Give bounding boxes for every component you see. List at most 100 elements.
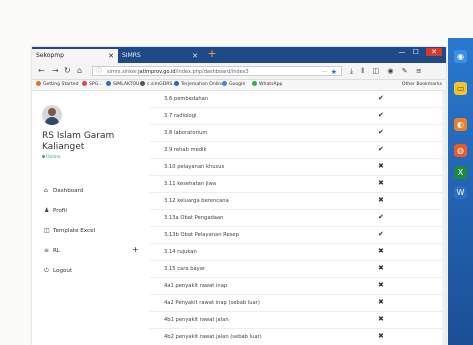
page-scrollbar[interactable] bbox=[442, 91, 446, 345]
check-icon: ✔ bbox=[378, 111, 384, 119]
spreadsheet-icon[interactable]: X bbox=[454, 166, 467, 179]
cross-icon: ✖ bbox=[378, 264, 384, 272]
status-badge: Online bbox=[42, 155, 61, 160]
bookmark-favicon-icon bbox=[252, 81, 257, 86]
bookmark-google[interactable]: Google bbox=[222, 80, 245, 90]
row-label: 3.6 pembedahan bbox=[164, 96, 209, 102]
sidebar-toggle-icon[interactable]: ◫ bbox=[373, 67, 380, 75]
row-label: 3.12 keluarga berencana bbox=[164, 198, 229, 204]
cross-icon: ✖ bbox=[378, 281, 384, 289]
home-icon: ⌂ bbox=[44, 187, 48, 194]
status-dot-icon bbox=[42, 155, 45, 158]
bookmark-getting-started[interactable]: Getting Started bbox=[36, 80, 79, 90]
cross-icon: ✖ bbox=[378, 247, 384, 255]
maximize-icon[interactable]: ☐ bbox=[413, 48, 419, 56]
tab-bar: Sekopmp ✕ SIMRS ✕ + — ☐ ✕ bbox=[32, 47, 446, 63]
document-icon[interactable]: W bbox=[454, 186, 467, 199]
row-label: 3.10 pelayanan khusus bbox=[164, 164, 225, 170]
expand-plus-icon[interactable]: + bbox=[132, 245, 139, 254]
cross-icon: ✖ bbox=[378, 298, 384, 306]
page-actions-icon[interactable]: ··· bbox=[322, 67, 327, 75]
check-icon: ✔ bbox=[378, 213, 384, 221]
avatar bbox=[42, 105, 62, 125]
start-icon[interactable]: ◉ bbox=[454, 50, 467, 63]
table-row[interactable]: 3.9 rehab medik ✔ bbox=[150, 142, 446, 159]
reload-icon[interactable]: ↻ bbox=[64, 65, 71, 77]
row-label: 3.7 radiologi bbox=[164, 113, 197, 119]
new-tab-button[interactable]: + bbox=[206, 48, 218, 60]
cross-icon: ✖ bbox=[378, 179, 384, 187]
tab-sekopmp[interactable]: Sekopmp ✕ bbox=[32, 49, 118, 63]
power-icon: ⏻ bbox=[44, 267, 49, 274]
table-row[interactable]: 4b1 penyakit rawat jalan ✖ bbox=[150, 312, 446, 329]
other-bookmarks[interactable]: Other Bookmarks bbox=[402, 80, 442, 90]
toolbar-icons: ⤓ ⫴ ◫ ◉ ✎ ≡ bbox=[350, 65, 428, 77]
sidebar-item-template-excel[interactable]: ◫ Template Excel bbox=[44, 227, 95, 235]
table-row[interactable]: 3.13b Obat Pelayanan Resep ✔ bbox=[150, 227, 446, 244]
table-row[interactable]: 3.15 cara bayar ✖ bbox=[150, 261, 446, 278]
browser-window: Sekopmp ✕ SIMRS ✕ + — ☐ ✕ ← → ↻ ⌂ ⓘ simr… bbox=[32, 47, 446, 345]
firefox-icon[interactable]: ◍ bbox=[454, 144, 467, 157]
bookmark-favicon-icon bbox=[222, 81, 227, 86]
row-label: 3.13b Obat Pelayanan Resep bbox=[164, 232, 239, 238]
minimize-icon[interactable]: — bbox=[398, 48, 405, 56]
bookmark-star-icon[interactable]: ★ bbox=[331, 67, 337, 75]
home-icon[interactable]: ⌂ bbox=[77, 65, 82, 77]
table-row[interactable]: 4b2 penyakit rawat jalan (sebab luar) ✖ bbox=[150, 329, 446, 345]
tab-simrs[interactable]: SIMRS ✕ bbox=[118, 49, 202, 63]
table-row[interactable]: 3.13a Obat Pengadaan ✔ bbox=[150, 210, 446, 227]
table-row[interactable]: 3.12 keluarga berencana ✖ bbox=[150, 193, 446, 210]
library-icon[interactable]: ⫴ bbox=[361, 67, 364, 75]
url-bar[interactable]: ⓘ simrs.sinker.jatimprov.go.id/index.php… bbox=[92, 66, 342, 76]
close-tab-icon[interactable]: ✕ bbox=[192, 49, 198, 63]
bookmark-favicon-icon bbox=[82, 81, 87, 86]
cross-icon: ✖ bbox=[378, 332, 384, 340]
avatar-head bbox=[48, 108, 56, 116]
navigation-bar: ← → ↻ ⌂ ⓘ simrs.sinker.jatimprov.go.id/i… bbox=[32, 63, 446, 80]
cross-icon: ✖ bbox=[378, 162, 384, 170]
download-icon[interactable]: ⤓ bbox=[350, 67, 353, 75]
bookmark-spg[interactable]: SPG... bbox=[82, 80, 103, 90]
extension-icon[interactable]: ◉ bbox=[387, 67, 393, 75]
url-path: /index.php/dashboard/index3 bbox=[175, 69, 249, 75]
table-row[interactable]: 4a1 penyakit rawat inap ✖ bbox=[150, 278, 446, 295]
sidebar-item-dashboard[interactable]: ⌂ Dashboard bbox=[44, 187, 83, 195]
table-row[interactable]: 4a2 Penyakit rawat inap (sebab luar) ✖ bbox=[150, 295, 446, 312]
sidebar-item-profil[interactable]: ♟ Profil bbox=[44, 207, 67, 215]
close-window-icon[interactable]: ✕ bbox=[426, 48, 442, 56]
table-row[interactable]: 3.8 laboratorium ✔ bbox=[150, 125, 446, 142]
row-label: 3.8 laboratorium bbox=[164, 130, 208, 136]
table-row[interactable]: 3.11 kesehatan jiwa ✖ bbox=[150, 176, 446, 193]
check-icon: ✔ bbox=[378, 94, 384, 102]
bookmark-simgdrs[interactable]: c.simGDRS... bbox=[140, 80, 177, 90]
close-tab-icon[interactable]: ✕ bbox=[108, 49, 114, 63]
menu-icon[interactable]: ≡ bbox=[416, 67, 422, 75]
row-label: 3.11 kesehatan jiwa bbox=[164, 181, 217, 187]
check-icon: ✔ bbox=[378, 145, 384, 153]
bookmark-favicon-icon bbox=[174, 81, 179, 86]
row-label: 3.14 rujukan bbox=[164, 249, 197, 255]
bookmark-terjemahan[interactable]: Terjemahan Online bbox=[174, 80, 224, 90]
table-row[interactable]: 3.14 rujukan ✖ bbox=[150, 244, 446, 261]
table-row[interactable]: 3.10 pelayanan khusus ✖ bbox=[150, 159, 446, 176]
tab-label: SIMRS bbox=[122, 52, 141, 59]
sidebar-item-rl[interactable]: ≡ RL bbox=[44, 247, 60, 255]
forward-icon[interactable]: → bbox=[52, 65, 59, 77]
back-icon[interactable]: ← bbox=[38, 65, 45, 77]
customize-icon[interactable]: ✎ bbox=[402, 67, 408, 75]
cross-icon: ✖ bbox=[378, 196, 384, 204]
info-icon[interactable]: ⓘ bbox=[96, 67, 102, 75]
sidebar-item-logout[interactable]: ⏻ Logout bbox=[44, 267, 72, 275]
user-icon: ♟ bbox=[44, 207, 50, 214]
bookmark-simlaktou[interactable]: SIMLAKTOU bbox=[106, 80, 139, 90]
table-row[interactable]: 3.6 pembedahan ✔ bbox=[150, 91, 446, 108]
browser-icon[interactable]: ◐ bbox=[454, 118, 467, 131]
report-status-list: 3.6 pembedahan ✔ 3.7 radiologi ✔ 3.8 labor… bbox=[150, 91, 446, 345]
bookmark-favicon-icon bbox=[106, 81, 111, 86]
bookmark-favicon-icon bbox=[140, 81, 145, 86]
url-host: jatimprov.go.id bbox=[138, 69, 176, 75]
folder-icon[interactable]: ▭ bbox=[454, 82, 467, 95]
bookmark-whatsapp[interactable]: WhatsApp bbox=[252, 80, 282, 90]
table-row[interactable]: 3.7 radiologi ✔ bbox=[150, 108, 446, 125]
cross-icon: ✖ bbox=[378, 315, 384, 323]
